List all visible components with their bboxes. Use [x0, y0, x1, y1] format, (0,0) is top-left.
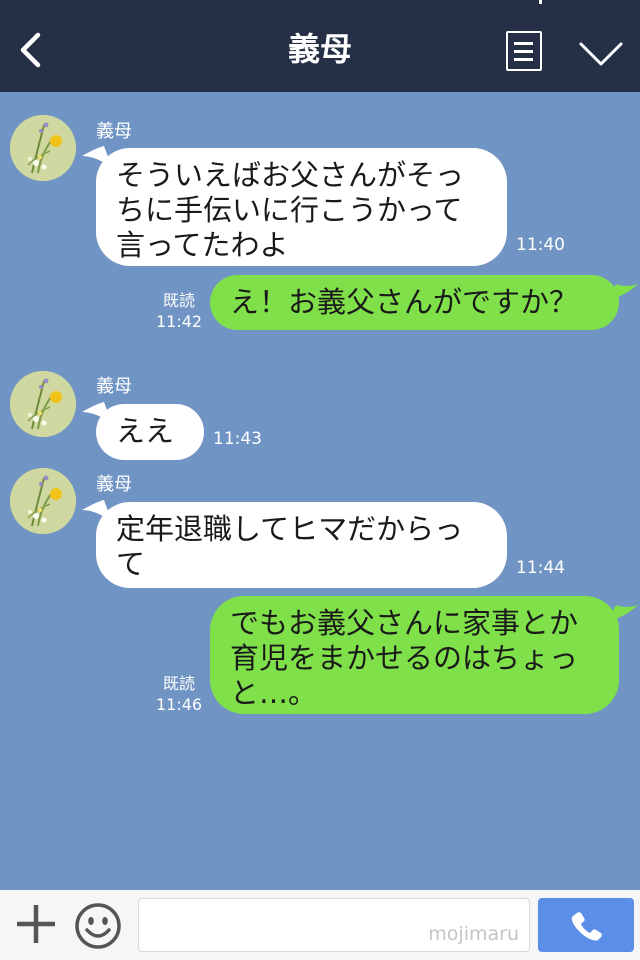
message-time: 11:42	[156, 312, 203, 331]
phone-icon	[571, 912, 602, 941]
menu-icon[interactable]	[506, 31, 542, 71]
message-bubble-outgoing[interactable]: でもお義父さんに家事とか 育児をまかせるのはちょっ と…。	[210, 596, 619, 714]
avatar[interactable]	[10, 371, 76, 437]
bubble-tail	[606, 284, 638, 302]
chat-title: 義母	[287, 30, 352, 68]
read-label: 既読	[163, 674, 196, 693]
message-bubble-incoming[interactable]: そういえばお父さんがそっ ちに手伝いに行こうかって 言ってたわよ	[96, 148, 507, 266]
avatar[interactable]	[10, 468, 76, 534]
chevron-down-icon[interactable]	[578, 40, 624, 68]
message-bubble-incoming[interactable]: ええ	[96, 404, 204, 460]
message-input[interactable]: mojimaru	[138, 898, 530, 952]
message-time: 11:40	[516, 235, 565, 255]
message-bubble-incoming[interactable]: 定年退職してヒマだからっ て	[96, 502, 507, 588]
call-button[interactable]	[538, 898, 634, 952]
message-time: 11:44	[516, 558, 565, 578]
sender-name: 義母	[96, 474, 132, 495]
chat-header: 義母	[0, 0, 640, 92]
smile-icon[interactable]	[74, 902, 122, 950]
message-time: 11:43	[213, 429, 262, 449]
plus-icon[interactable]	[14, 902, 58, 946]
read-receipt: 既読 11:46	[156, 673, 202, 715]
input-bar: mojimaru	[0, 890, 640, 960]
sender-name: 義母	[96, 121, 132, 142]
sender-name: 義母	[96, 376, 132, 397]
bubble-tail	[606, 605, 638, 623]
read-receipt: 既読 11:42	[156, 290, 202, 332]
message-bubble-outgoing[interactable]: え！お義父さんがですか？	[210, 275, 619, 330]
read-label: 既読	[163, 291, 196, 310]
avatar[interactable]	[10, 115, 76, 181]
watermark: mojimaru	[428, 923, 519, 945]
message-time: 11:46	[156, 695, 203, 714]
